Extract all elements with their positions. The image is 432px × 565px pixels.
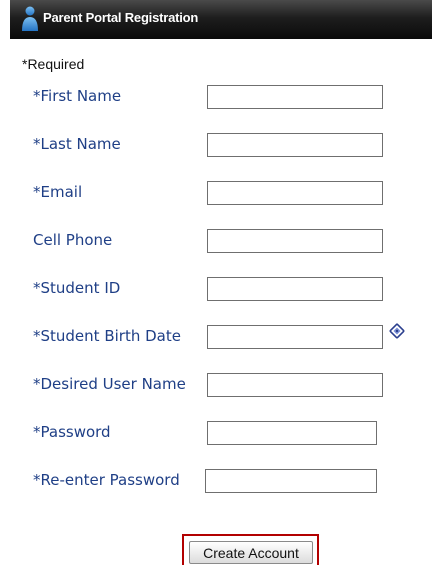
cell-phone-label: Cell Phone <box>33 231 113 249</box>
user-name-field[interactable] <box>207 373 383 397</box>
header-bar: Parent Portal Registration <box>10 0 432 39</box>
create-account-button[interactable]: Create Account <box>189 541 313 564</box>
create-account-highlight: Create Account <box>182 534 319 565</box>
student-id-label: *Student ID <box>33 279 121 297</box>
calendar-icon[interactable] <box>389 323 405 339</box>
birth-date-field[interactable] <box>207 325 383 349</box>
birth-date-label: *Student Birth Date <box>33 327 181 345</box>
registration-panel: Parent Portal Registration *Required *Fi… <box>10 0 432 565</box>
user-icon <box>22 6 38 31</box>
page-title: Parent Portal Registration <box>43 10 199 25</box>
password-field[interactable] <box>207 421 377 445</box>
cell-phone-field[interactable] <box>207 229 383 253</box>
password-label: *Password <box>33 423 111 441</box>
first-name-label: *First Name <box>33 87 122 105</box>
user-name-label: *Desired User Name <box>33 375 186 393</box>
first-name-field[interactable] <box>207 85 383 109</box>
email-label: *Email <box>33 183 83 201</box>
last-name-label: *Last Name <box>33 135 121 153</box>
required-note: *Required <box>22 56 85 72</box>
reenter-password-field[interactable] <box>205 469 377 493</box>
last-name-field[interactable] <box>207 133 383 157</box>
email-field[interactable] <box>207 181 383 205</box>
reenter-password-label: *Re-enter Password <box>33 471 180 489</box>
student-id-field[interactable] <box>207 277 383 301</box>
